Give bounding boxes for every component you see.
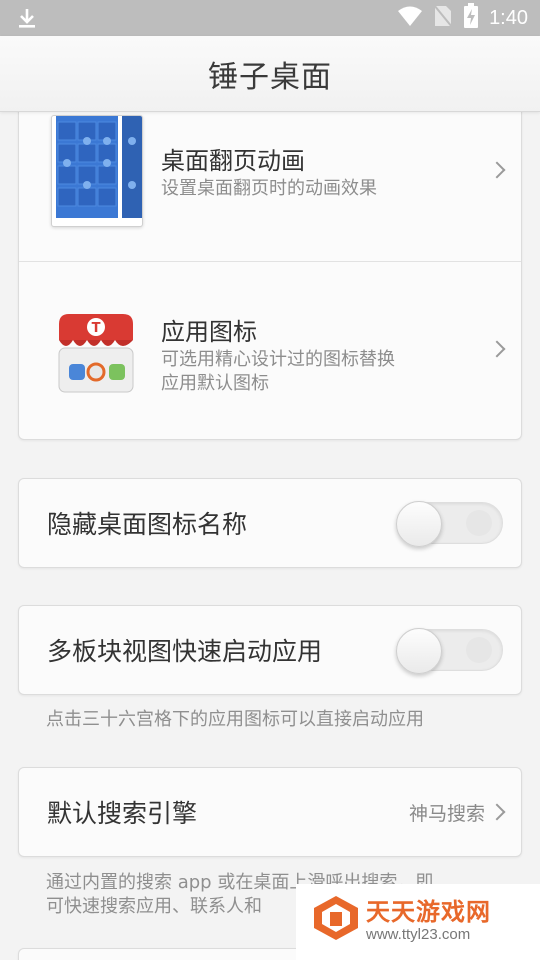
page-turn-animation-row[interactable]: 桌面翻页动画 设置桌面翻页时的动画效果 [19,97,521,262]
app-icons-subtitle-line2: 应用默认图标 [161,373,269,394]
hide-icon-names-card: 隐藏桌面图标名称 [18,478,522,568]
wifi-icon [397,5,423,31]
multi-block-launch-toggle[interactable] [396,628,503,674]
watermark-url: www.ttyl23.com [366,926,471,943]
clock-time: 1:40 [489,6,528,29]
app-header: 锤子桌面 [0,36,540,112]
chevron-right-icon [488,161,506,179]
app-icons-title: 应用图标 [161,318,257,346]
hide-icon-names-toggle[interactable] [396,501,503,547]
status-bar: 1:40 [0,0,540,36]
toggle-track-mark [466,510,492,536]
app-icons-subtitle-line1: 可选用精心设计过的图标替换 [161,349,395,370]
icon-store-icon: T [55,310,137,396]
site-watermark: 天天游戏网 www.ttyl23.com [296,884,540,960]
app-icons-row[interactable]: T 应用图标 可选用精心设计过的图标替换 应用默认图标 [19,262,521,440]
chevron-right-icon [488,340,506,358]
page-turn-subtitle: 设置桌面翻页时的动画效果 [161,178,377,199]
battery-charging-icon [463,3,479,33]
toggle-knob[interactable] [396,628,442,674]
toggle-knob[interactable] [396,501,442,547]
multi-block-hint: 点击三十六宫格下的应用图标可以直接启动应用 [46,709,424,730]
launcher-style-card: 桌面翻页动画 设置桌面翻页时的动画效果 T 应用图标 可选用精心设计过的图标替换… [18,96,522,440]
default-search-engine-value: 神马搜索 [408,802,485,825]
watermark-title: 天天游戏网 [366,898,491,926]
page-turn-preview-image [51,115,143,227]
chevron-right-icon [488,803,506,821]
store-letter: T [92,321,101,336]
watermark-logo-icon [312,894,360,946]
multi-block-launch-card: 多板块视图快速启动应用 [18,605,522,695]
toggle-track-mark [466,637,492,663]
search-hint-line2: 可快速搜索应用、联系人和 [46,896,262,917]
no-sim-icon [433,4,453,32]
hide-icon-names-label: 隐藏桌面图标名称 [47,510,248,539]
multi-block-launch-label: 多板块视图快速启动应用 [47,637,323,666]
default-search-engine-row[interactable]: 默认搜索引擎 神马搜索 [18,767,522,857]
page-title: 锤子桌面 [208,59,332,95]
default-search-engine-label: 默认搜索引擎 [47,799,198,828]
page-turn-title: 桌面翻页动画 [161,147,305,175]
download-icon [16,7,38,33]
